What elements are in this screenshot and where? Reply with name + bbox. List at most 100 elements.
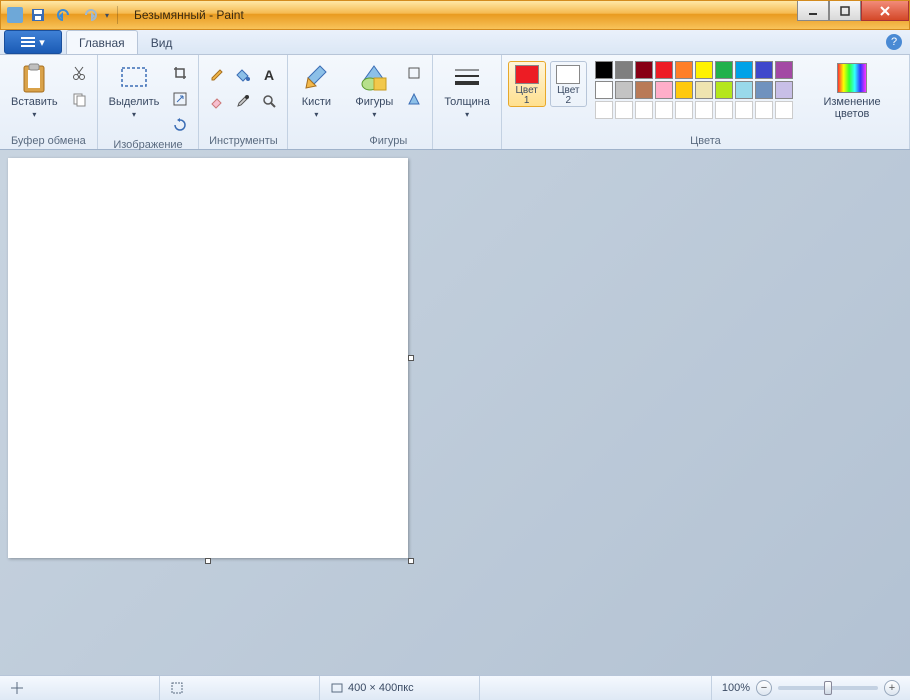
fill-tool[interactable] xyxy=(231,63,255,87)
group-colors: Цвет 1 Цвет 2 Изменение цветов Цвета xyxy=(502,55,910,149)
palette-color[interactable] xyxy=(595,81,613,99)
tab-view[interactable]: Вид xyxy=(138,30,186,54)
color2-swatch xyxy=(556,65,580,84)
select-rect-icon xyxy=(118,62,150,94)
group-image: Выделить▾ Изображение xyxy=(98,55,200,149)
color2-button[interactable]: Цвет 2 xyxy=(550,61,588,107)
palette-color[interactable] xyxy=(635,61,653,79)
edit-colors-button[interactable]: Изменение цветов xyxy=(801,57,903,123)
cursor-position-icon xyxy=(10,681,24,695)
palette-color[interactable] xyxy=(655,61,673,79)
qat-save-button[interactable] xyxy=(27,4,49,26)
shape-outline-button[interactable] xyxy=(402,61,426,85)
qat-redo-button[interactable] xyxy=(79,4,101,26)
palette-custom-slot[interactable] xyxy=(755,101,773,119)
shapes-button[interactable]: Фигуры▾ xyxy=(350,57,398,124)
help-button[interactable]: ? xyxy=(886,34,902,50)
palette-color[interactable] xyxy=(655,81,673,99)
brush-icon xyxy=(300,62,332,94)
palette-custom-slot[interactable] xyxy=(715,101,733,119)
color1-swatch xyxy=(515,65,539,84)
palette-color[interactable] xyxy=(695,81,713,99)
palette-color[interactable] xyxy=(755,81,773,99)
group-clipboard: Вставить▾ Буфер обмена xyxy=(0,55,98,149)
palette-custom-slot[interactable] xyxy=(615,101,633,119)
minimize-button[interactable] xyxy=(797,1,829,21)
resize-handle-right[interactable] xyxy=(408,355,414,361)
magnifier-tool[interactable] xyxy=(257,89,281,113)
group-label-size xyxy=(439,133,495,149)
ribbon-tabs: ▾ Главная Вид ? xyxy=(0,30,910,55)
group-shapes: Фигуры▾ Фигуры xyxy=(344,55,433,149)
palette-color[interactable] xyxy=(695,61,713,79)
palette-color[interactable] xyxy=(615,81,633,99)
palette-color[interactable] xyxy=(595,61,613,79)
canvas-size: 400 × 400пкс xyxy=(348,682,414,694)
picker-tool[interactable] xyxy=(231,89,255,113)
clipboard-icon xyxy=(18,62,50,94)
canvas-size-icon xyxy=(330,681,344,695)
svg-text:A: A xyxy=(264,67,274,83)
palette-color[interactable] xyxy=(615,61,633,79)
rotate-button[interactable] xyxy=(168,113,192,137)
canvas[interactable] xyxy=(8,158,408,558)
palette-color[interactable] xyxy=(675,61,693,79)
group-label-shapes: Фигуры xyxy=(350,133,426,149)
group-label-brushes xyxy=(294,133,338,149)
palette-custom-slot[interactable] xyxy=(675,101,693,119)
qat-customize-button[interactable]: ▾ xyxy=(105,11,109,20)
zoom-out-button[interactable]: − xyxy=(756,680,772,696)
palette-color[interactable] xyxy=(675,81,693,99)
palette-color[interactable] xyxy=(775,81,793,99)
zoom-slider[interactable] xyxy=(778,686,878,690)
pencil-tool[interactable] xyxy=(205,63,229,87)
brushes-button[interactable]: Кисти▾ xyxy=(294,57,338,124)
group-size: Толщина▾ xyxy=(433,55,502,149)
palette-custom-slot[interactable] xyxy=(695,101,713,119)
palette-color[interactable] xyxy=(635,81,653,99)
palette-color[interactable] xyxy=(715,81,733,99)
copy-button[interactable] xyxy=(67,87,91,111)
color-palette xyxy=(595,61,793,119)
resize-button[interactable] xyxy=(168,87,192,111)
ribbon: Вставить▾ Буфер обмена Выделить▾ Изо xyxy=(0,55,910,150)
zoom-in-button[interactable]: + xyxy=(884,680,900,696)
maximize-button[interactable] xyxy=(829,1,861,21)
group-brushes: Кисти▾ xyxy=(288,55,344,149)
color1-button[interactable]: Цвет 1 xyxy=(508,61,546,107)
palette-custom-slot[interactable] xyxy=(655,101,673,119)
group-label-colors: Цвета xyxy=(508,133,903,149)
group-label-clipboard: Буфер обмена xyxy=(6,133,91,149)
tab-home[interactable]: Главная xyxy=(66,30,138,54)
palette-color[interactable] xyxy=(755,61,773,79)
zoom-slider-thumb[interactable] xyxy=(824,681,832,695)
file-menu-button[interactable]: ▾ xyxy=(4,30,62,54)
select-button[interactable]: Выделить▾ xyxy=(104,57,165,124)
palette-custom-slot[interactable] xyxy=(595,101,613,119)
palette-color[interactable] xyxy=(735,81,753,99)
shape-fill-button[interactable] xyxy=(402,87,426,111)
group-tools: A Инструменты xyxy=(199,55,288,149)
cut-button[interactable] xyxy=(67,61,91,85)
text-tool[interactable]: A xyxy=(257,63,281,87)
menu-icon xyxy=(21,37,35,47)
palette-custom-slot[interactable] xyxy=(775,101,793,119)
thickness-button[interactable]: Толщина▾ xyxy=(439,57,495,124)
palette-color[interactable] xyxy=(735,61,753,79)
selection-size-icon xyxy=(170,681,184,695)
paste-button[interactable]: Вставить▾ xyxy=(6,57,63,124)
resize-handle-bottom[interactable] xyxy=(205,558,211,564)
qat-undo-button[interactable] xyxy=(53,4,75,26)
close-button[interactable] xyxy=(861,1,909,21)
palette-custom-slot[interactable] xyxy=(735,101,753,119)
eraser-tool[interactable] xyxy=(205,89,229,113)
crop-button[interactable] xyxy=(168,61,192,85)
palette-custom-slot[interactable] xyxy=(635,101,653,119)
palette-color[interactable] xyxy=(775,61,793,79)
resize-handle-corner[interactable] xyxy=(408,558,414,564)
app-icon xyxy=(7,7,23,23)
titlebar: ▾ Безымянный - Paint xyxy=(0,0,910,30)
palette-color[interactable] xyxy=(715,61,733,79)
zoom-level: 100% xyxy=(722,682,750,694)
workspace[interactable] xyxy=(0,150,910,675)
